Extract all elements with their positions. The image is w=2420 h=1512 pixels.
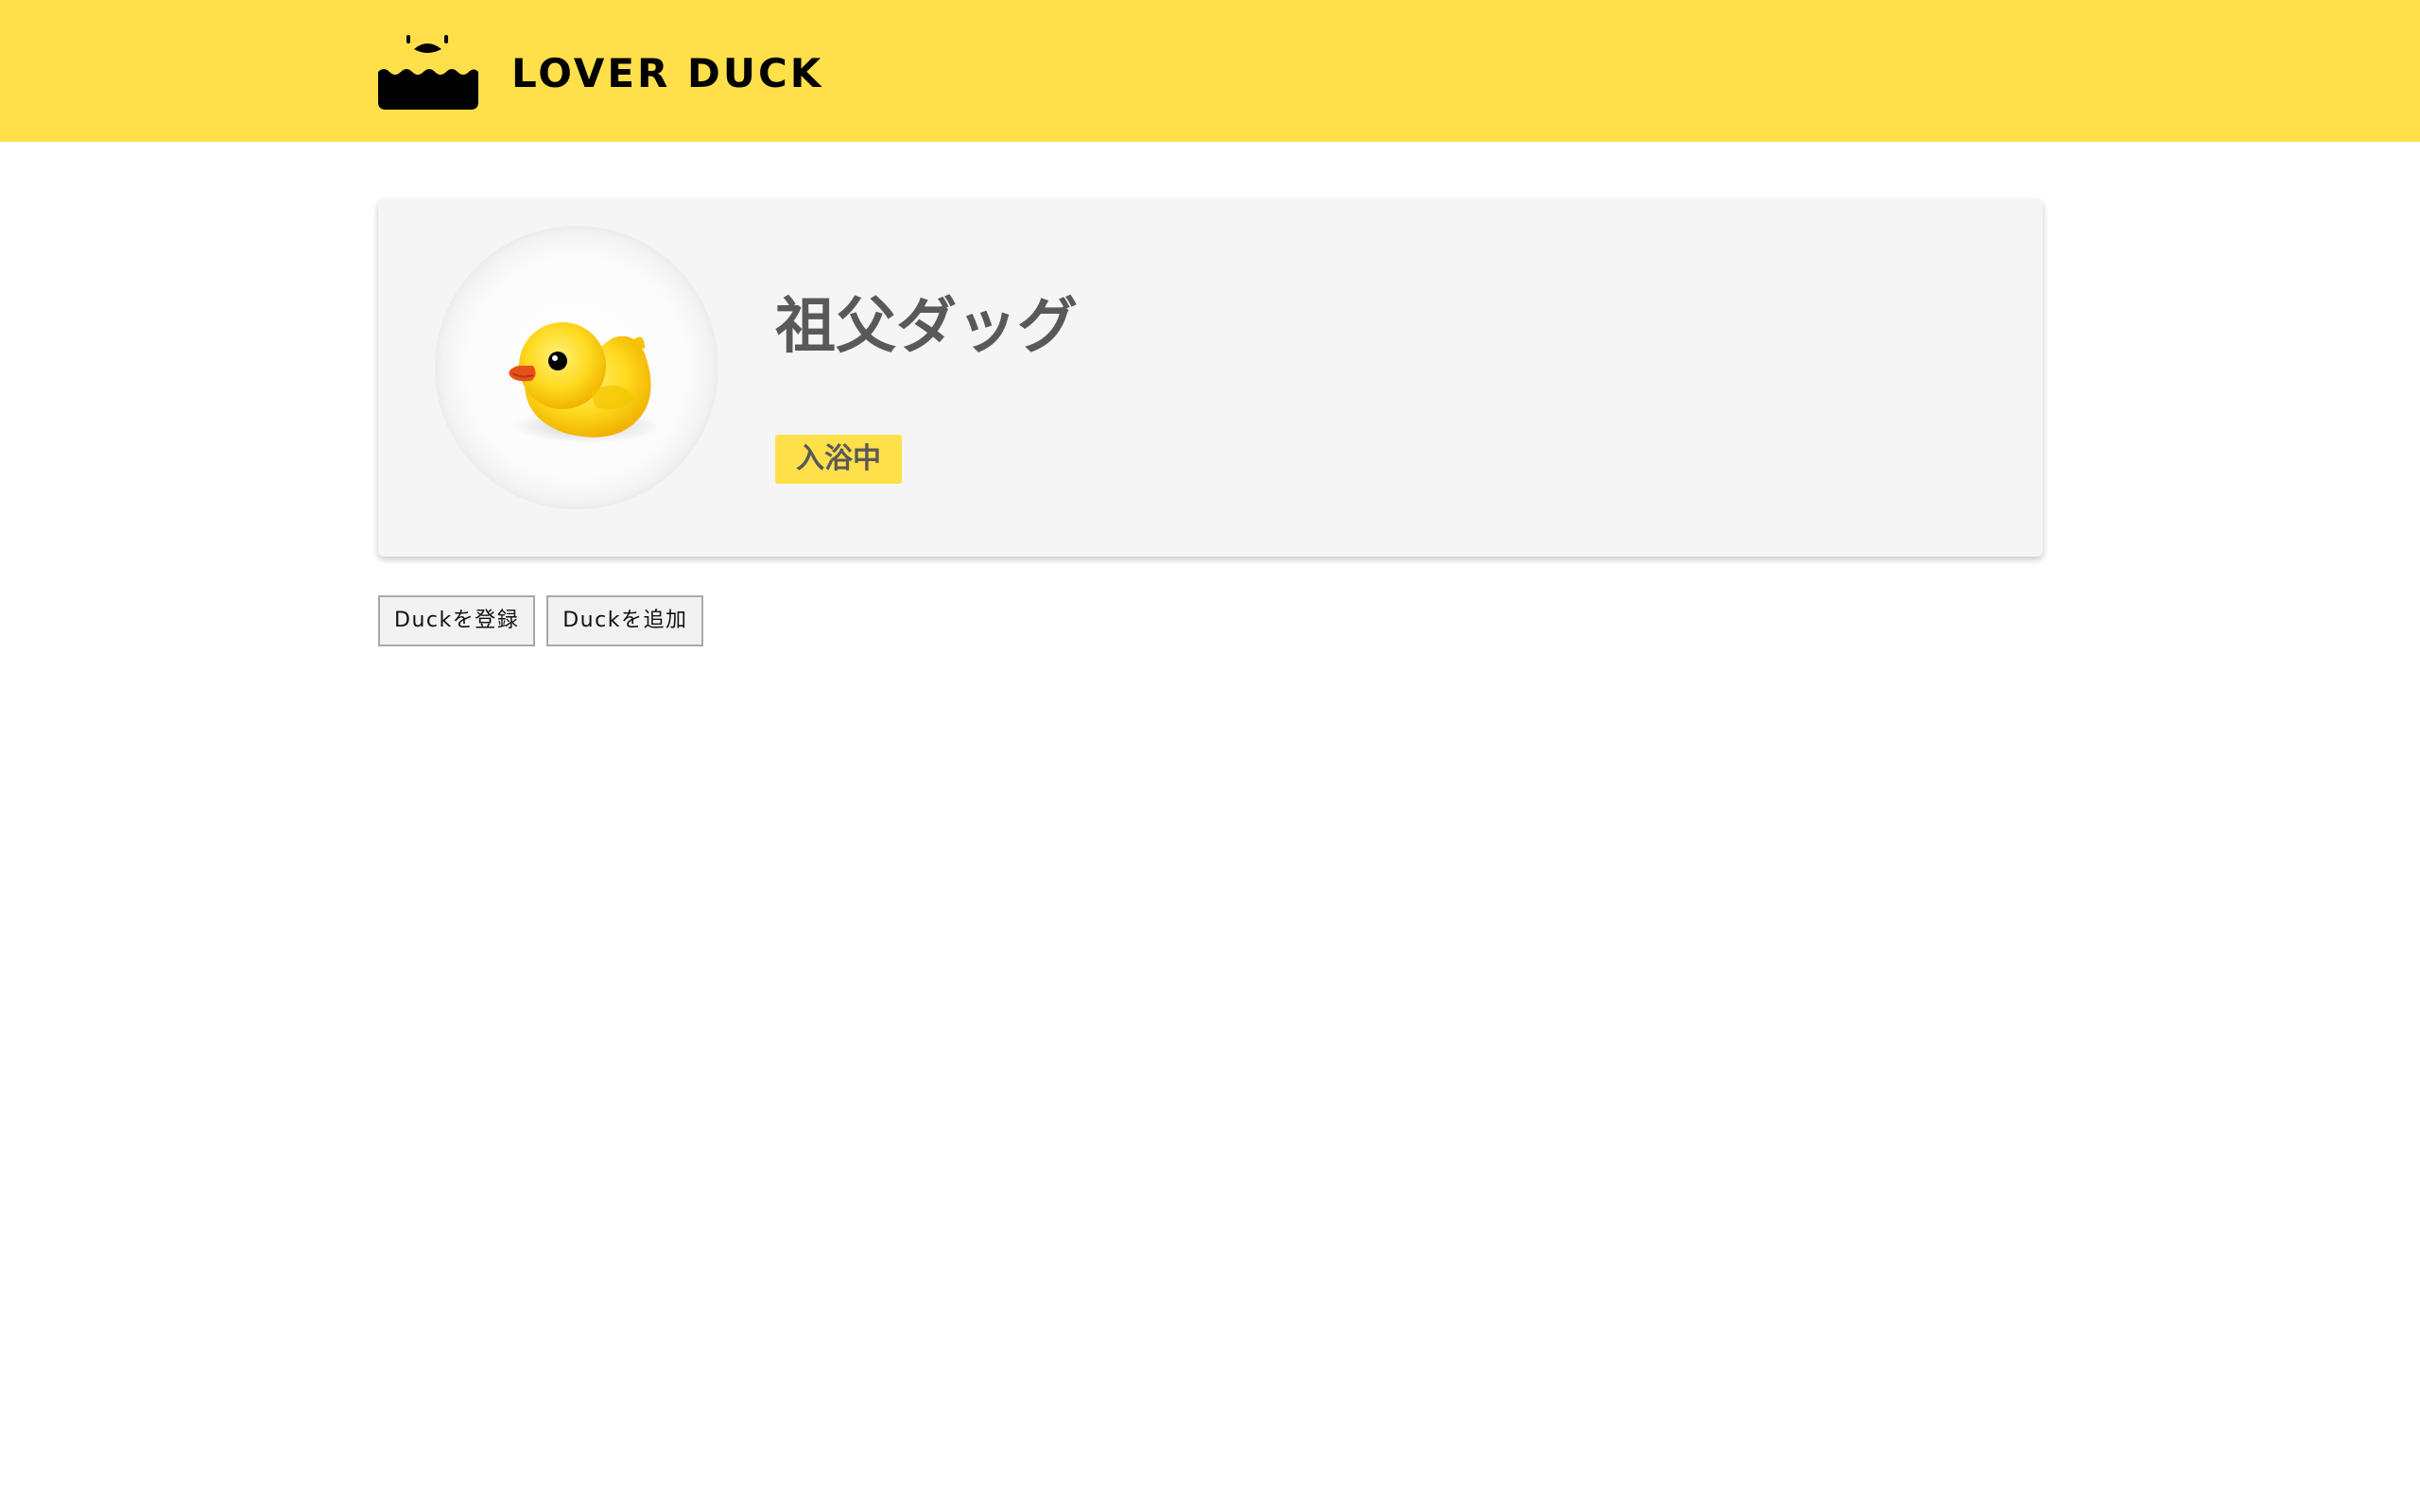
action-bar: Duckを登録 Duckを追加	[378, 595, 704, 646]
brand-name[interactable]: LOVER DUCK	[511, 47, 823, 100]
status-badge: 入浴中	[775, 435, 902, 484]
duck-in-bath-icon[interactable]	[378, 34, 478, 110]
rubber-duck-icon	[509, 322, 660, 443]
duck-name: 祖父ダッグ	[775, 292, 1078, 362]
register-duck-button[interactable]: Duckを登録	[378, 595, 536, 646]
duck-avatar	[435, 226, 718, 509]
add-duck-button[interactable]: Duckを追加	[546, 595, 704, 646]
app-header: LOVER DUCK	[0, 0, 2420, 142]
duck-card: 祖父ダッグ 入浴中	[378, 199, 2043, 557]
